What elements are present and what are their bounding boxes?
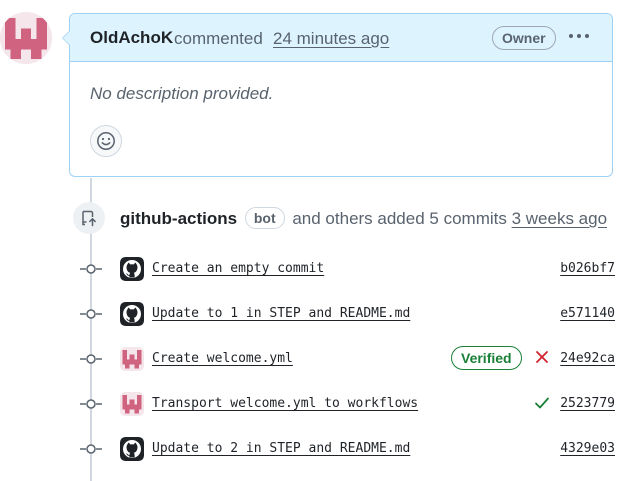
push-summary: and others added 5 commits (292, 209, 507, 228)
commit-message-link[interactable]: Update to 2 in STEP and README.md (152, 441, 410, 456)
commit-message-link[interactable]: Update to 1 in STEP and README.md (152, 306, 410, 321)
identicon-avatar[interactable] (120, 347, 144, 371)
commit-row: Create welcome.yml Verified 24e92ca (0, 344, 626, 374)
comment-author[interactable]: OldAchoK (90, 28, 173, 48)
commit-message-link[interactable]: Create an empty commit (152, 261, 324, 276)
repo-push-icon (73, 202, 105, 234)
owner-badge: Owner (492, 26, 556, 50)
push-actor[interactable]: github-actions (120, 209, 237, 228)
x-icon[interactable] (534, 349, 550, 365)
comment-timestamp[interactable]: 24 minutes ago (273, 29, 389, 49)
push-event: github-actions bot and others added 5 co… (120, 207, 607, 229)
git-commit-icon (80, 264, 102, 274)
bot-badge: bot (244, 207, 285, 229)
github-mark-icon[interactable] (120, 257, 144, 281)
git-commit-icon (80, 309, 102, 319)
commit-row: Transport welcome.yml to workflows 25237… (0, 389, 626, 419)
commit-row: Create an empty commit b026bf7 (0, 254, 626, 284)
check-icon[interactable] (533, 394, 551, 412)
commit-row: Update to 2 in STEP and README.md 4329e0… (0, 434, 626, 464)
smiley-icon (97, 132, 115, 150)
git-commit-icon (80, 444, 102, 454)
identicon-avatar (0, 12, 52, 64)
comment-header: OldAchoK commented 24 minutes ago Owner (62, 14, 612, 62)
comment-body: No description provided. (90, 84, 274, 103)
kebab-horizontal-icon[interactable] (568, 26, 590, 50)
git-commit-icon (80, 354, 102, 364)
commit-sha-link[interactable]: 24e92ca (560, 351, 615, 366)
commit-sha-link[interactable]: b026bf7 (560, 261, 615, 276)
push-timestamp[interactable]: 3 weeks ago (512, 209, 607, 228)
github-mark-icon[interactable] (120, 302, 144, 326)
github-mark-icon[interactable] (120, 437, 144, 461)
git-commit-icon (80, 399, 102, 409)
avatar[interactable] (0, 12, 52, 64)
commit-message-link[interactable]: Transport welcome.yml to workflows (152, 396, 418, 411)
commit-message-link[interactable]: Create welcome.yml (152, 351, 293, 366)
add-reaction-button[interactable] (90, 125, 122, 157)
comment-action: commented (174, 29, 263, 48)
commit-row: Update to 1 in STEP and README.md e57114… (0, 299, 626, 329)
comment-box: OldAchoK commented 24 minutes ago Owner … (62, 13, 613, 177)
verified-badge[interactable]: Verified (451, 346, 522, 370)
commit-sha-link[interactable]: e571140 (560, 306, 615, 321)
identicon-avatar[interactable] (120, 392, 144, 416)
commit-sha-link[interactable]: 4329e03 (560, 441, 615, 456)
commit-sha-link[interactable]: 2523779 (560, 396, 615, 411)
